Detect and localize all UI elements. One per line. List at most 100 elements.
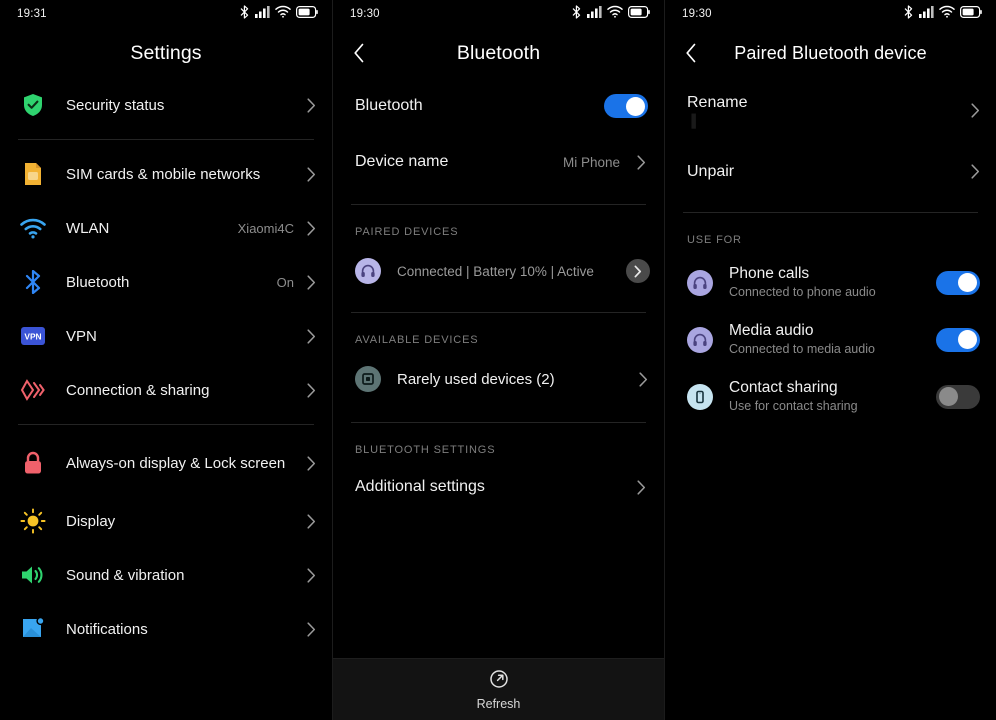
sidebar-item-sound-vibration[interactable]: Sound & vibration [0, 548, 332, 602]
list-divider [18, 424, 314, 425]
use-for-sublabel: Connected to media audio [729, 342, 875, 356]
bluetooth-settings-section-label: BLUETOOTH SETTINGS [355, 444, 496, 456]
refresh-button[interactable]: Refresh [333, 658, 664, 720]
rename-row[interactable]: Rename ▐ [665, 78, 996, 143]
status-icons [903, 4, 982, 24]
status-bar: 19:30 [333, 0, 664, 28]
row-title: Bluetooth [66, 273, 130, 291]
panel-bluetooth: 19:30 Bluetooth Bluetooth Device name Mi… [332, 0, 664, 720]
headset-icon [687, 326, 713, 353]
signal-icon [255, 5, 270, 23]
chevron-right-icon [304, 328, 318, 344]
battery-icon [296, 5, 318, 23]
toggle-knob [938, 387, 958, 406]
row-title: Display [66, 512, 116, 530]
use-for-media-audio-row[interactable]: Media audio Connected to media audio [665, 311, 996, 368]
chevron-right-icon [304, 274, 318, 290]
sidebar-item-security-status[interactable]: Security status [0, 78, 332, 132]
bluetooth-icon [239, 4, 250, 24]
signal-icon [587, 5, 602, 23]
status-time: 19:31 [17, 8, 47, 20]
wifi-icon [275, 5, 291, 23]
sidebar-item-sim-cards[interactable]: SIM cards & mobile networks [0, 147, 332, 201]
use-for-label: Contact sharing [729, 379, 838, 396]
sidebar-item-always-on-display[interactable]: Always-on display & Lock screen [0, 432, 332, 494]
use-for-section-label: USE FOR [687, 234, 742, 246]
sidebar-item-display[interactable]: Display [0, 494, 332, 548]
page-title: Paired Bluetooth device [734, 42, 927, 63]
screenshot-root: 19:31 Settings Security status SIM cards… [0, 0, 996, 720]
use-for-label: Media audio [729, 322, 814, 339]
bluetooth-toggle[interactable] [604, 94, 648, 118]
bluetooth-toggle-row[interactable]: Bluetooth [333, 78, 664, 134]
unpair-label: Unpair [687, 163, 735, 180]
paired-device-status: Connected | Battery 10% | Active [397, 263, 594, 279]
sidebar-item-connection-sharing[interactable]: Connection & sharing [0, 363, 332, 417]
device-name-row[interactable]: Device name Mi Phone [333, 134, 664, 190]
page-title: Bluetooth [456, 41, 541, 64]
paired-device-text: Connected | Battery 10% | Active [397, 262, 626, 281]
row-title: WLAN [66, 219, 110, 237]
headset-icon [687, 269, 713, 296]
vpn-icon: VPN [18, 321, 48, 351]
available-device-rarely-used[interactable]: Rarely used devices (2) [333, 354, 664, 404]
available-device-label: Rarely used devices (2) [397, 370, 555, 388]
chevron-right-icon [304, 455, 318, 471]
use-for-contact-sharing-row[interactable]: Contact sharing Use for contact sharing [665, 368, 996, 425]
sidebar-item-label: Security status [66, 96, 294, 115]
list-divider [351, 422, 646, 423]
chevron-right-icon [304, 621, 318, 637]
toggle-knob [958, 273, 977, 292]
available-devices-section-label: AVAILABLE DEVICES [355, 334, 479, 346]
rename-label: Rename [687, 94, 748, 111]
sim-card-icon [18, 159, 48, 189]
notifications-icon [18, 614, 48, 644]
status-bar: 19:31 [0, 0, 332, 28]
back-arrow-icon[interactable] [677, 39, 705, 67]
unpair-row[interactable]: Unpair [665, 143, 996, 200]
additional-settings-row[interactable]: Additional settings [333, 464, 664, 510]
bluetooth-icon [18, 267, 48, 297]
back-arrow-icon[interactable] [345, 39, 373, 67]
row-title: Connection & sharing [66, 381, 210, 399]
contact-sharing-toggle[interactable] [936, 384, 980, 409]
lock-icon [18, 448, 48, 478]
wifi-icon [939, 5, 955, 23]
bluetooth-title-bar: Bluetooth [333, 28, 664, 78]
row-title: Always-on display & Lock screen [66, 454, 286, 472]
sidebar-item-vpn[interactable]: VPN VPN [0, 309, 332, 363]
page-title: Settings [130, 41, 202, 64]
chevron-right-icon [634, 154, 648, 170]
battery-icon [960, 5, 982, 23]
row-title: Security status [66, 96, 165, 114]
wifi-icon [18, 213, 48, 243]
paired-devices-section-label: PAIRED DEVICES [355, 226, 459, 238]
refresh-icon [489, 669, 509, 694]
toggle-knob [958, 330, 977, 349]
chevron-right-icon [304, 166, 318, 182]
chevron-right-icon [304, 382, 318, 398]
rarely-used-devices-icon [355, 366, 381, 392]
sidebar-item-wlan[interactable]: WLAN Xiaomi4C [0, 201, 332, 255]
row-value: Xiaomi4C [237, 220, 294, 236]
sidebar-item-bluetooth[interactable]: Bluetooth On [0, 255, 332, 309]
use-for-sublabel: Connected to phone audio [729, 285, 876, 299]
paired-device-row[interactable]: Connected | Battery 10% | Active [333, 246, 664, 296]
use-for-phone-calls-row[interactable]: Phone calls Connected to phone audio [665, 254, 996, 311]
sidebar-item-notifications[interactable]: Notifications [0, 602, 332, 656]
connection-sharing-icon [18, 375, 48, 405]
chevron-right-icon [304, 220, 318, 236]
brightness-icon [18, 506, 48, 536]
phone-calls-toggle[interactable] [936, 270, 980, 295]
toggle-knob [626, 96, 645, 116]
rename-current-value: ▐ [687, 114, 696, 128]
chevron-right-icon [634, 479, 648, 495]
headset-icon [355, 258, 381, 284]
list-divider [351, 312, 646, 313]
speaker-icon [18, 560, 48, 590]
chevron-right-icon [304, 513, 318, 529]
media-audio-toggle[interactable] [936, 327, 980, 352]
status-bar: 19:30 [665, 0, 996, 28]
paired-device-settings-button[interactable] [626, 259, 650, 283]
list-divider [18, 139, 314, 140]
